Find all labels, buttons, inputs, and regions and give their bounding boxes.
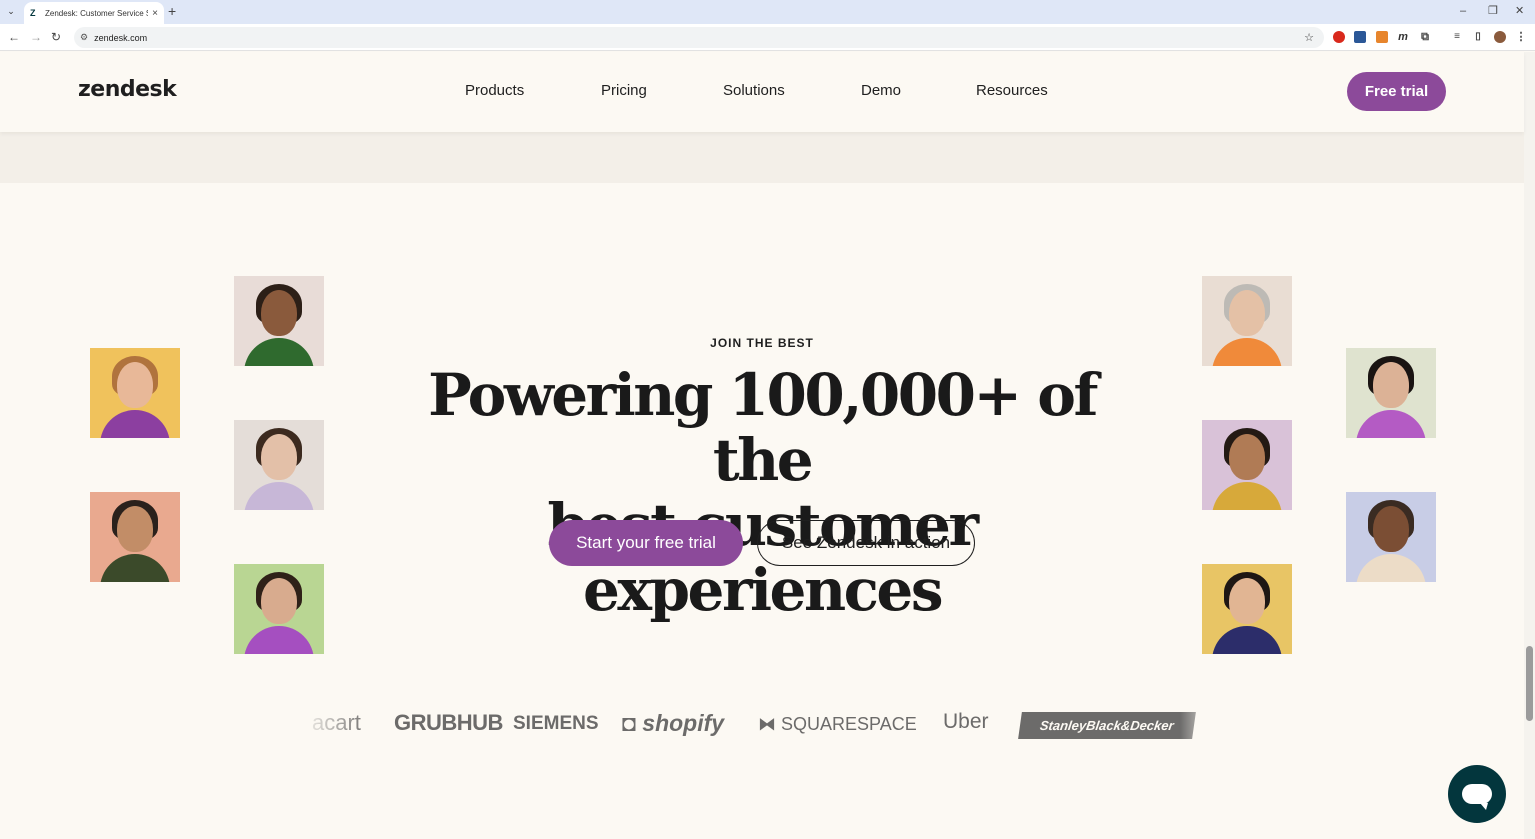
side-panel-icon[interactable]: ▯	[1472, 31, 1484, 43]
zendesk-favicon-icon: Z	[30, 8, 36, 18]
restore-button[interactable]: ❐	[1488, 4, 1498, 18]
extension-m-icon[interactable]: m	[1397, 31, 1409, 43]
customer-portrait	[1346, 492, 1436, 582]
close-window-button[interactable]: ✕	[1515, 4, 1524, 18]
chat-bubble-icon	[1462, 784, 1492, 810]
see-zendesk-in-action-button[interactable]: See Zendesk in action	[757, 520, 975, 566]
page-scrollbar[interactable]	[1524, 52, 1535, 839]
bookmark-star-icon[interactable]: ☆	[1304, 31, 1314, 44]
url-text: zendesk.com	[94, 32, 148, 43]
extension-orange-icon[interactable]	[1376, 31, 1388, 43]
tab-search-icon[interactable]: ⌄	[4, 4, 18, 18]
site-info-icon[interactable]: ⚙	[80, 32, 88, 43]
logo-shopify: ◘ shopify	[622, 710, 724, 737]
free-trial-button[interactable]: Free trial	[1347, 72, 1446, 111]
extension-blue-icon[interactable]	[1354, 31, 1366, 43]
browser-toolbar: ← → ↻ ⚙ zendesk.com ☆ m ⧉ ≡ ▯ ⋮	[0, 24, 1535, 51]
extension-red-icon[interactable]	[1333, 31, 1345, 43]
start-free-trial-button[interactable]: Start your free trial	[549, 520, 743, 566]
extensions-puzzle-icon[interactable]: ⧉	[1419, 31, 1431, 43]
squarespace-mark-icon: ⧓	[758, 714, 776, 734]
zendesk-logo[interactable]: zendesk	[78, 77, 177, 102]
customer-portrait	[90, 348, 180, 438]
site-header: zendesk Products Pricing Solutions Demo …	[0, 52, 1524, 132]
section-divider-band	[0, 132, 1524, 183]
eyebrow-label: JOIN THE BEST	[0, 336, 1524, 350]
tab-title: Zendesk: Customer Service Soft	[45, 8, 148, 18]
logo-uber: Uber	[943, 710, 989, 733]
shopify-bag-icon: ◘	[622, 710, 636, 736]
customer-portrait	[234, 276, 324, 366]
media-control-icon[interactable]: ≡	[1451, 31, 1463, 43]
new-tab-button[interactable]: +	[168, 3, 176, 19]
logos-fade-right	[1180, 700, 1220, 748]
browser-menu-icon[interactable]: ⋮	[1515, 31, 1527, 43]
customer-logos-strip: acart GRUBHUB SIEMENS ◘ shopify ⧓ SQUARE…	[300, 700, 1220, 748]
profile-avatar[interactable]	[1494, 31, 1506, 43]
logo-grubhub: GRUBHUB	[394, 710, 503, 735]
customer-portrait	[234, 564, 324, 654]
customer-portrait	[1202, 564, 1292, 654]
browser-tab[interactable]: Z Zendesk: Customer Service Soft ×	[24, 2, 164, 24]
shopify-text: shopify	[642, 710, 725, 736]
customer-portrait	[1202, 276, 1292, 366]
nav-solutions[interactable]: Solutions	[723, 82, 785, 99]
back-arrow-icon[interactable]: ←	[8, 30, 20, 44]
forward-arrow-icon[interactable]: →	[30, 30, 42, 44]
browser-tabstrip: ⌄ Z Zendesk: Customer Service Soft × + –…	[0, 0, 1535, 24]
customer-portrait	[90, 492, 180, 582]
nav-resources[interactable]: Resources	[976, 82, 1048, 99]
nav-products[interactable]: Products	[465, 82, 524, 99]
nav-pricing[interactable]: Pricing	[601, 82, 647, 99]
customer-portrait	[1346, 348, 1436, 438]
address-bar[interactable]: ⚙ zendesk.com ☆	[74, 27, 1324, 48]
hero-headline: Powering 100,000+ of the best customer e…	[380, 363, 1144, 623]
minimize-button[interactable]: –	[1460, 4, 1466, 18]
logo-siemens: SIEMENS	[513, 713, 599, 734]
customer-portrait	[234, 420, 324, 510]
logo-squarespace: ⧓ SQUARESPACE	[758, 714, 917, 735]
eyebrow-text: JOIN THE BEST	[710, 336, 814, 350]
chat-widget-button[interactable]	[1448, 765, 1506, 823]
customer-portrait	[1202, 420, 1292, 510]
logo-stanley-black-decker: StanleyBlack&Decker	[1018, 712, 1196, 739]
headline-line-1: Powering 100,000+ of the	[428, 361, 1098, 494]
scrollbar-thumb[interactable]	[1526, 646, 1533, 721]
logos-fade-left	[300, 700, 370, 748]
nav-demo[interactable]: Demo	[861, 82, 901, 99]
reload-icon[interactable]: ↻	[51, 30, 61, 44]
squarespace-text: SQUARESPACE	[781, 714, 917, 734]
close-tab-icon[interactable]: ×	[152, 8, 158, 19]
